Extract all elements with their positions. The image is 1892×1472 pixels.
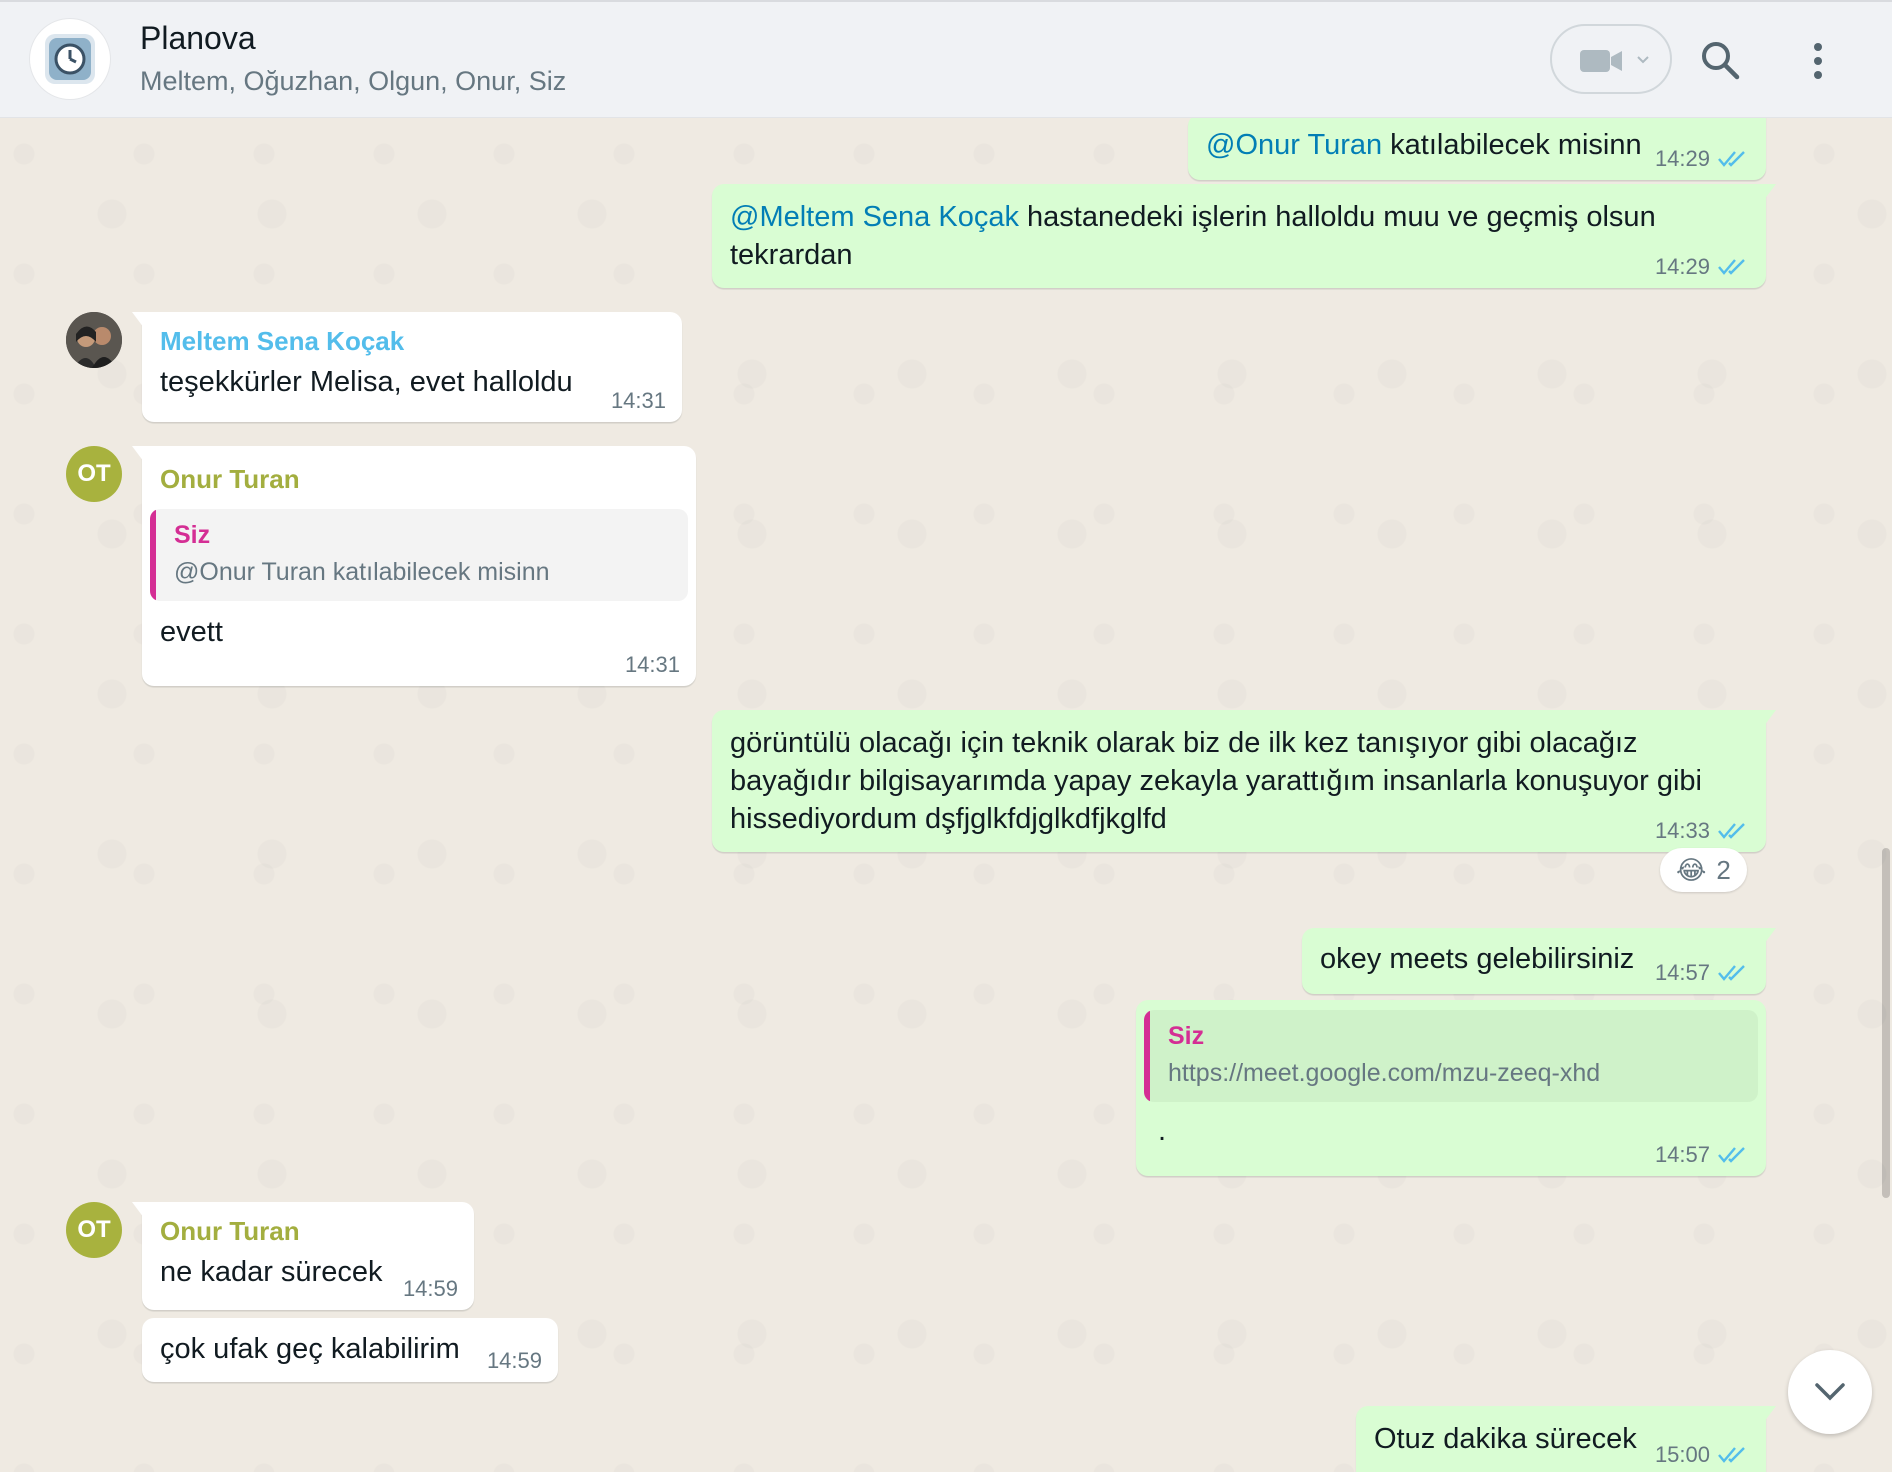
message-time: 14:59	[486, 1348, 542, 1373]
message-meta: 14:59	[403, 1276, 458, 1302]
double-check-icon	[1718, 259, 1745, 275]
quoted-sender: Siz	[1168, 1022, 1205, 1050]
quoted-text: @Onur Turan katılabilecek misinn	[174, 558, 550, 586]
message-outgoing[interactable]: görüntülü olacağı için teknik olarak biz…	[712, 710, 1776, 852]
double-check-icon	[1718, 823, 1745, 839]
avatar-onur[interactable]: OT	[66, 1202, 122, 1258]
message-text: evett	[160, 616, 223, 648]
message-text: görüntülü olacağı için teknik olarak biz…	[730, 727, 1702, 835]
message-text: @Meltem Sena Koçak hastanedeki işlerin h…	[730, 201, 1656, 271]
message-outgoing[interactable]: Siz https://meet.google.com/mzu-zeeq-xhd…	[1136, 1000, 1766, 1176]
message-list[interactable]: @Onur Turan katılabilecek misinn 14:29 @…	[0, 118, 1892, 1472]
message-incoming[interactable]: Meltem Sena Koçak teşekkürler Melisa, ev…	[132, 312, 682, 422]
message-meta: 14:57	[1655, 1142, 1750, 1168]
group-avatar[interactable]	[30, 19, 110, 99]
message-outgoing[interactable]: okey meets gelebilirsiniz 14:57	[1302, 928, 1776, 994]
message-time: 14:33	[1654, 818, 1710, 843]
mention-link[interactable]: @Meltem Sena Koçak	[730, 201, 1019, 233]
message-incoming[interactable]: Onur Turan ne kadar sürecek 14:59	[132, 1202, 474, 1310]
quoted-message[interactable]: Siz @Onur Turan katılabilecek misinn	[150, 509, 688, 601]
message-time: 14:29	[1654, 254, 1710, 279]
message-meta: 14:29	[1655, 254, 1750, 280]
avatar-meltem[interactable]	[66, 312, 122, 368]
bubble-tail	[1764, 928, 1776, 944]
search-button[interactable]	[1700, 40, 1740, 85]
message-incoming[interactable]: Onur Turan Siz @Onur Turan katılabilecek…	[132, 446, 696, 686]
chevron-down-icon	[1637, 56, 1649, 64]
double-check-icon	[1718, 965, 1745, 981]
bubble-tail	[1764, 710, 1776, 726]
message-meta: 15:00	[1655, 1442, 1750, 1468]
message-meta: 14:33	[1655, 818, 1750, 844]
sender-name[interactable]: Onur Turan	[160, 1216, 456, 1247]
quoted-message[interactable]: Siz https://meet.google.com/mzu-zeeq-xhd	[1144, 1010, 1758, 1102]
reaction-badge[interactable]: 😂 2	[1660, 848, 1747, 892]
message-meta: 14:31	[611, 388, 666, 414]
message-meta: 14:29	[1655, 146, 1750, 172]
message-time: 14:31	[624, 652, 680, 677]
chevron-down-icon	[1815, 1383, 1845, 1401]
message-outgoing[interactable]: Otuz dakika sürecek 15:00	[1356, 1406, 1776, 1472]
message-time: 14:31	[610, 388, 666, 413]
quoted-text: https://meet.google.com/mzu-zeeq-xhd	[1168, 1059, 1601, 1087]
message-text: teşekkürler Melisa, evet halloldu	[160, 366, 573, 398]
message-text: @Onur Turan katılabilecek misinn	[1206, 129, 1642, 161]
message-time: 14:59	[402, 1276, 458, 1301]
double-check-icon	[1718, 1147, 1745, 1163]
clock-icon	[45, 34, 95, 84]
message-outgoing[interactable]: @Onur Turan katılabilecek misinn 14:29	[1188, 118, 1766, 180]
avatar-initials: OT	[77, 1216, 111, 1243]
chat-header[interactable]: Planova Meltem, Oğuzhan, Olgun, Onur, Si…	[0, 0, 1892, 118]
message-time: 14:57	[1654, 960, 1710, 985]
bubble-tail	[1764, 1406, 1776, 1422]
double-check-icon	[1718, 151, 1745, 167]
bubble-tail	[132, 312, 144, 328]
message-incoming[interactable]: çok ufak geç kalabilirim 14:59	[142, 1318, 558, 1382]
more-vertical-icon	[1814, 43, 1822, 79]
profile-photo-icon	[66, 312, 122, 368]
sender-name[interactable]: Meltem Sena Koçak	[160, 326, 664, 357]
message-text: okey meets gelebilirsiniz	[1320, 943, 1635, 975]
avatar-initials: OT	[77, 460, 111, 487]
avatar-onur[interactable]: OT	[66, 446, 122, 502]
bubble-tail	[132, 1202, 144, 1218]
message-meta: 14:31	[625, 652, 680, 678]
more-menu-button[interactable]	[1812, 42, 1824, 85]
message-meta: 14:57	[1655, 960, 1750, 986]
sender-name[interactable]: Onur Turan	[150, 456, 688, 495]
double-check-icon	[1718, 1447, 1745, 1463]
bubble-tail	[132, 446, 144, 462]
chat-members[interactable]: Meltem, Oğuzhan, Olgun, Onur, Siz	[140, 66, 566, 97]
message-meta: 14:59	[487, 1348, 542, 1374]
video-call-button[interactable]	[1550, 24, 1672, 94]
scroll-to-bottom-button[interactable]	[1788, 1350, 1872, 1434]
chat-title[interactable]: Planova	[140, 20, 256, 57]
quoted-sender: Siz	[174, 521, 211, 549]
message-text: çok ufak geç kalabilirim	[160, 1333, 460, 1365]
scrollbar-thumb[interactable]	[1882, 848, 1890, 1198]
message-time: 14:29	[1654, 146, 1710, 171]
mention-link[interactable]: @Onur Turan	[1206, 129, 1382, 161]
message-time: 14:57	[1654, 1142, 1710, 1167]
reaction-count: 2	[1716, 854, 1731, 885]
reaction-emoji: 😂	[1676, 854, 1707, 885]
message-outgoing[interactable]: @Meltem Sena Koçak hastanedeki işlerin h…	[712, 184, 1776, 288]
message-time: 15:00	[1654, 1442, 1710, 1467]
bubble-tail	[1764, 184, 1776, 200]
search-icon	[1702, 42, 1740, 80]
video-camera-icon	[1580, 50, 1622, 72]
message-text: Otuz dakika sürecek	[1374, 1423, 1637, 1455]
